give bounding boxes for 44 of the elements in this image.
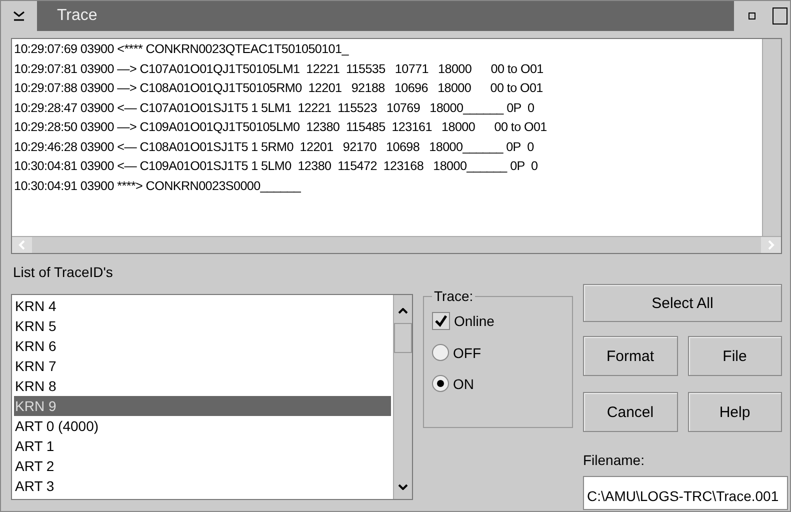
window-title: Trace: [57, 7, 98, 25]
list-item[interactable]: ART 3: [14, 476, 391, 496]
square-icon: [772, 7, 788, 25]
vertical-scrollbar[interactable]: [762, 39, 781, 236]
radio-label: ON: [453, 376, 474, 392]
cancel-button[interactable]: Cancel: [583, 392, 678, 432]
minimize-button[interactable]: [1, 1, 37, 31]
chevron-down-icon: [13, 11, 25, 21]
log-line: 10:30:04:91 03900 ****> CONKRN0023S0000______: [14, 178, 302, 194]
list-item[interactable]: KRN 7: [14, 356, 391, 376]
checkbox-label: Online: [454, 313, 494, 329]
filename-field[interactable]: C:\AMU\LOGS-TRC\Trace.001: [583, 476, 788, 510]
online-checkbox[interactable]: [432, 312, 450, 330]
scroll-thumb[interactable]: [394, 323, 412, 353]
filename-label: Filename:: [583, 452, 646, 468]
log-line: 10:29:28:47 03900 <— C107A01O01SJ1T5 1 5LM1 12221 115523 10769 18000______ 0P 0: [14, 100, 536, 116]
square-icon: [748, 12, 756, 20]
list-item[interactable]: KRN 4: [14, 296, 391, 316]
list-item[interactable]: ART 1: [14, 436, 391, 456]
scroll-down-icon[interactable]: [398, 484, 408, 490]
log-line: 10:29:07:69 03900 <**** CONKRN0023QTEAC1T501050101_: [14, 41, 350, 58]
list-item[interactable]: KRN 5: [14, 316, 391, 336]
list-item[interactable]: ART 0 (4000): [14, 416, 391, 436]
list-item[interactable]: ART 2: [14, 456, 391, 476]
help-button[interactable]: Help: [688, 392, 782, 432]
list-label: List of TraceID's: [13, 264, 114, 280]
log-line: 10:29:28:50 03900 —> C109A01O01QJ1T50105LM0 12380 115485 123161 18000 00 to O01: [14, 119, 548, 136]
radio-label: OFF: [453, 344, 481, 360]
log-line: 10:29:07:81 03900 —> C107A01O01QJ1T50105LM1 12221 115535 10771 18000 00 to O01: [14, 60, 544, 78]
select-all-button[interactable]: Select All: [583, 284, 782, 322]
log-line: 10:30:04:81 03900 <— C109A01O01SJ1T5 1 5LM0 12380 115472 123168 18000______ 0P 0: [14, 158, 539, 175]
list-item[interactable]: KRN 6: [14, 336, 391, 356]
format-button[interactable]: Format: [583, 336, 678, 376]
log-line: 10:29:07:88 03900 —> C108A01O01QJ1T50105RM0 12201 92188 10696 18000 00 to O01: [14, 80, 544, 97]
list-item[interactable]: KRN 8: [14, 376, 391, 396]
file-button[interactable]: File: [688, 336, 782, 376]
restore-button[interactable]: [734, 1, 770, 31]
scroll-up-icon[interactable]: [398, 308, 408, 314]
radio-button[interactable]: [432, 375, 449, 392]
group-title: Trace:: [433, 288, 474, 304]
maximize-button[interactable]: [770, 1, 790, 31]
list-item[interactable]: KRN 9: [14, 396, 391, 416]
log-line: 10:29:46:28 03900 <— C108A01O01SJ1T5 1 5RM0 12201 92170 10698 18000______ 0P 0: [14, 138, 535, 156]
radio-button[interactable]: [432, 344, 449, 361]
